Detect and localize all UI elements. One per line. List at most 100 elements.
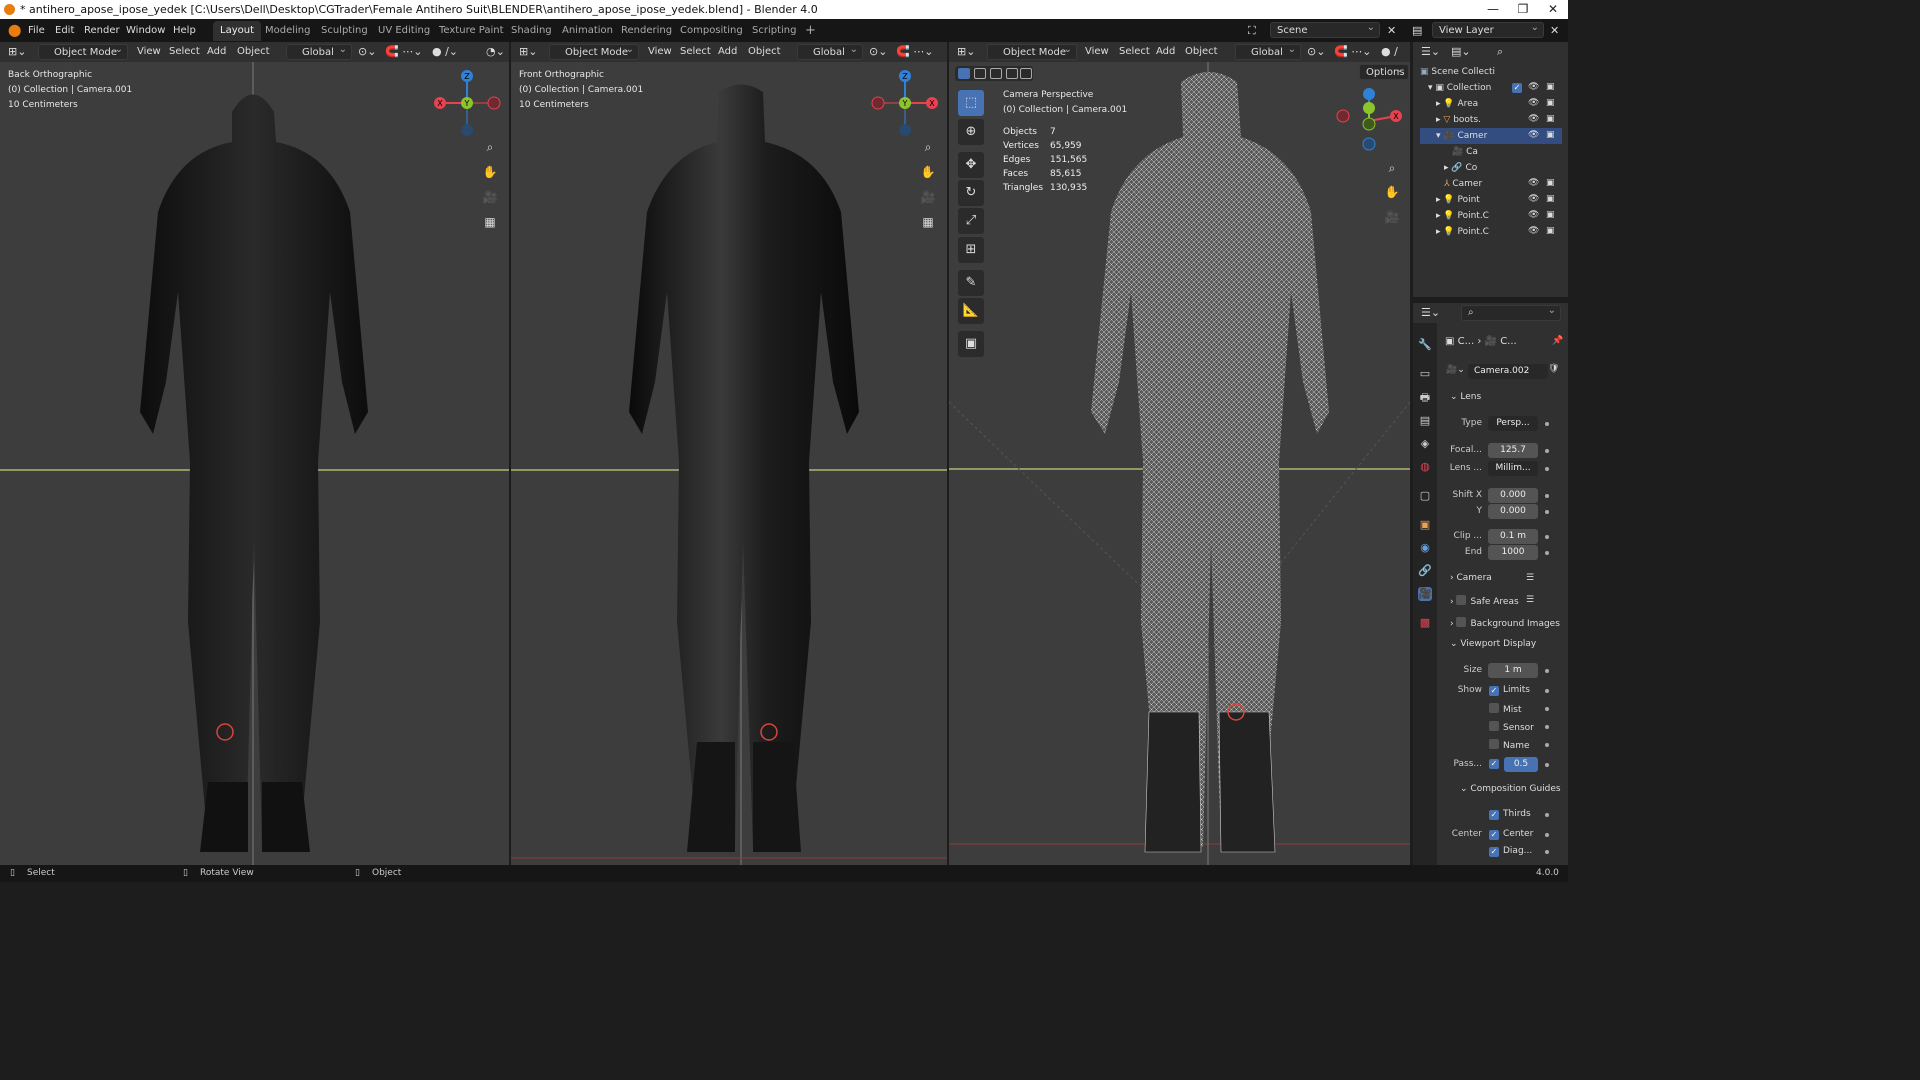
output-tab-icon[interactable]: 🖶 <box>1418 391 1432 405</box>
tab-rendering[interactable]: Rendering <box>614 21 679 41</box>
tab-sculpting[interactable]: Sculpting <box>314 21 375 41</box>
clip-start-field[interactable]: 0.1 m <box>1488 529 1538 544</box>
tab-layout[interactable]: Layout <box>213 21 261 41</box>
tab-modeling[interactable]: Modeling <box>258 21 318 41</box>
outliner-item[interactable]: ▸ ▽ boots. 👁 ▣ <box>1420 112 1562 128</box>
properties-search[interactable] <box>1461 303 1561 321</box>
menu-view[interactable]: View <box>648 42 672 62</box>
display-mode-icon[interactable]: ▤⌄ <box>1451 42 1471 62</box>
shift-x-field[interactable]: 0.000 <box>1488 488 1538 503</box>
overlay-icon[interactable]: ◔⌄ <box>486 42 505 62</box>
properties-editor-icon[interactable]: ☰⌄ <box>1421 303 1440 323</box>
zoom-icon[interactable]: ⌕ <box>918 137 938 157</box>
eye-icon[interactable]: 👁 <box>1528 226 1539 236</box>
menu-object[interactable]: Object <box>1185 42 1218 62</box>
search-icon[interactable]: ⌕ <box>1497 42 1503 62</box>
camera-restrict-icon[interactable]: ▣ <box>1546 82 1556 92</box>
select-mode-toolbar[interactable] <box>955 66 1033 81</box>
texture-tab-icon[interactable]: ▩ <box>1418 616 1432 630</box>
close-button[interactable]: ✕ <box>1538 0 1568 19</box>
navigation-gizmo[interactable]: X <box>1334 86 1404 156</box>
eye-icon[interactable]: 👁 <box>1528 178 1539 188</box>
pan-hand-icon[interactable]: ✋ <box>918 162 938 182</box>
outliner-item[interactable]: 🎥 Ca <box>1420 144 1562 160</box>
camera-view-icon[interactable]: 🎥 <box>918 187 938 207</box>
thirds-checkbox[interactable]: ✓ Thirds <box>1489 809 1531 820</box>
pivot-icon[interactable]: ⊙⌄ <box>358 42 376 62</box>
menu-select[interactable]: Select <box>169 42 200 62</box>
tool-tab-icon[interactable]: 🔧 <box>1418 338 1432 352</box>
menu-view[interactable]: View <box>137 42 161 62</box>
keyframe-dot-icon[interactable] <box>1545 669 1549 673</box>
camera-restrict-icon[interactable]: ▣ <box>1546 98 1556 108</box>
eye-icon[interactable]: 👁 <box>1528 98 1539 108</box>
camera-view-icon[interactable]: 🎥 <box>480 187 500 207</box>
safe-areas-checkbox[interactable] <box>1456 595 1467 605</box>
scene-tab-icon[interactable]: ◈ <box>1418 437 1432 451</box>
camera-restrict-icon[interactable]: ▣ <box>1546 226 1556 236</box>
annotate-tool-icon[interactable]: ✎ <box>958 270 984 296</box>
camera-restrict-icon[interactable]: ▣ <box>1546 194 1556 204</box>
keyframe-dot-icon[interactable] <box>1545 850 1549 854</box>
ortho-grid-icon[interactable]: ▦ <box>480 212 500 232</box>
menu-select[interactable]: Select <box>680 42 711 62</box>
composition-guides-panel-header[interactable]: ⌄ Composition Guides <box>1460 784 1561 794</box>
mode-selector[interactable]: Object Mode <box>987 42 1077 60</box>
navigation-gizmo[interactable]: Z X Y <box>432 68 502 138</box>
list-icon[interactable]: ☰ <box>1526 595 1534 605</box>
menu-add[interactable]: Add <box>718 42 737 62</box>
editor-type-icon[interactable]: ⊞⌄ <box>957 42 975 62</box>
menu-file[interactable]: File <box>28 19 45 42</box>
proportional-icon[interactable]: ● ∕⌄ <box>432 42 458 62</box>
camera-name-field[interactable]: Camera.002 <box>1468 364 1548 379</box>
minimize-button[interactable]: — <box>1478 0 1508 19</box>
add-cube-tool-icon[interactable]: ▣ <box>958 331 984 357</box>
menu-view[interactable]: View <box>1085 42 1109 62</box>
outliner-item[interactable]: ▸ 💡 Point.C 👁 ▣ <box>1420 208 1562 224</box>
snap-icon[interactable]: 🧲 ⋯⌄ <box>385 42 422 62</box>
select-subtract-icon[interactable] <box>990 68 1002 79</box>
pin-icon[interactable]: 📌 <box>1552 336 1563 346</box>
scene-icon[interactable]: ⛶ <box>1248 19 1256 42</box>
outliner-item-selected[interactable]: ▾ 🎥 Camer 👁 ▣ <box>1420 128 1562 144</box>
transform-tool-icon[interactable]: ⊞ <box>958 237 984 263</box>
shift-y-field[interactable]: 0.000 <box>1488 504 1538 519</box>
camera-restrict-icon[interactable]: ▣ <box>1546 210 1556 220</box>
select-extend-icon[interactable] <box>974 68 986 79</box>
outliner-item[interactable]: ▸ 💡 Point.C 👁 ▣ <box>1420 224 1562 240</box>
transform-orientation[interactable]: Global <box>1235 42 1301 60</box>
camera-panel-header[interactable]: › Camera <box>1450 573 1492 583</box>
menu-render[interactable]: Render <box>84 19 120 42</box>
eye-icon[interactable]: 👁 <box>1528 114 1539 124</box>
constraints-tab-icon[interactable]: 🔗 <box>1418 564 1432 578</box>
eye-icon[interactable]: 👁 <box>1528 194 1539 204</box>
background-images-panel-header[interactable]: › Background Images <box>1450 617 1560 629</box>
camera-restrict-icon[interactable]: ▣ <box>1546 130 1556 140</box>
lens-unit-dropdown[interactable]: Millim... <box>1488 461 1538 476</box>
menu-object[interactable]: Object <box>748 42 781 62</box>
tab-shading[interactable]: Shading <box>504 21 559 41</box>
keyframe-dot-icon[interactable] <box>1545 813 1549 817</box>
object-tab-icon[interactable]: ▣ <box>1418 518 1432 532</box>
menu-object[interactable]: Object <box>237 42 270 62</box>
safe-areas-panel-header[interactable]: › Safe Areas <box>1450 595 1519 607</box>
viewport-display-panel-header[interactable]: ⌄ Viewport Display <box>1450 639 1536 649</box>
background-images-checkbox[interactable] <box>1456 617 1467 627</box>
pivot-icon[interactable]: ⊙⌄ <box>1307 42 1325 62</box>
outliner-item[interactable]: ▾ ▣ Collection ✓ 👁 ▣ <box>1420 80 1562 96</box>
keyframe-dot-icon[interactable] <box>1545 725 1549 729</box>
outliner-item[interactable]: ▸ 💡 Point 👁 ▣ <box>1420 192 1562 208</box>
mode-selector[interactable]: Object Mode <box>549 42 639 60</box>
keyframe-dot-icon[interactable] <box>1545 449 1549 453</box>
name-checkbox[interactable]: Name <box>1489 739 1530 751</box>
eye-icon[interactable]: 👁 <box>1528 130 1539 140</box>
select-invert-icon[interactable] <box>1006 68 1018 79</box>
keyframe-dot-icon[interactable] <box>1545 689 1549 693</box>
outliner-item[interactable]: ⅄ Camer 👁 ▣ <box>1420 176 1562 192</box>
pan-hand-icon[interactable]: ✋ <box>1382 182 1402 202</box>
camera-data-selector-icon[interactable]: 🎥⌄ <box>1446 365 1465 375</box>
camera-restrict-icon[interactable]: ▣ <box>1546 178 1556 188</box>
keyframe-dot-icon[interactable] <box>1545 422 1549 426</box>
view-layer-tab-icon[interactable]: ▤ <box>1418 414 1432 428</box>
keyframe-dot-icon[interactable] <box>1545 551 1549 555</box>
